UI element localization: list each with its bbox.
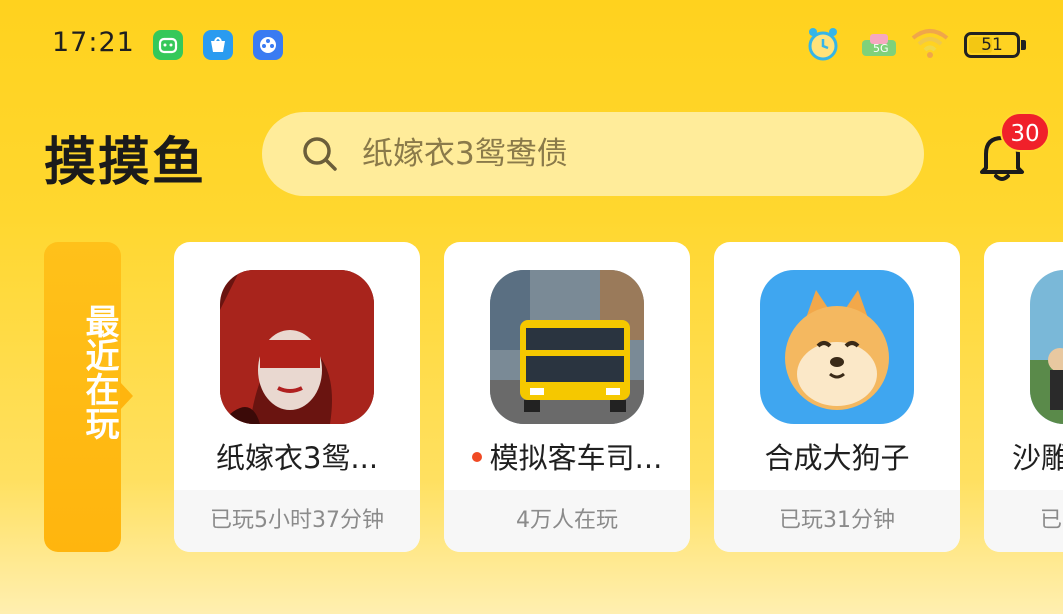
game-card[interactable]: 合成大狗子 已玩31分钟 [714, 242, 960, 552]
battery-percent: 51 [981, 35, 1003, 55]
game-card[interactable]: 沙雕 已 [984, 242, 1063, 552]
recent-played-label: 最近在玩 [79, 304, 119, 440]
video-reel-icon [253, 30, 283, 60]
players-count: 4万人在玩 [444, 490, 690, 552]
game-title-text: 模拟客车司... [489, 441, 663, 475]
notification-badge: 30 [1000, 112, 1050, 152]
bride-red-veil-icon [220, 270, 374, 424]
shiba-dog-icon [760, 270, 914, 424]
shopping-bag-icon [203, 30, 233, 60]
yellow-bus-icon [490, 270, 644, 424]
battery-indicator: 51 [964, 32, 1020, 58]
svg-text:5G: 5G [873, 42, 889, 55]
app-face-icon [153, 30, 183, 60]
alarm-icon [806, 26, 840, 66]
game-title: 纸嫁衣3鸳... [174, 435, 420, 477]
game-card[interactable]: 模拟客车司... 4万人在玩 [444, 242, 690, 552]
play-time: 已玩31分钟 [714, 490, 960, 552]
tab-pointer [120, 382, 133, 410]
game-title-text: 沙雕 [1012, 441, 1063, 475]
game-card[interactable]: 纸嫁衣3鸳... 已玩5小时37分钟 [174, 242, 420, 552]
wifi-icon [910, 28, 950, 62]
battery-cap [1021, 40, 1026, 50]
search-icon [300, 134, 340, 174]
game-title: 沙雕 [984, 435, 1063, 477]
data-network-icon: 5G [860, 30, 898, 62]
new-update-dot [471, 452, 482, 462]
game-title-text: 纸嫁衣3鸳... [215, 441, 379, 475]
search-bar[interactable] [262, 112, 924, 196]
search-input[interactable] [360, 128, 884, 180]
app-logo: 摸摸鱼 [44, 133, 207, 193]
play-time: 已 [984, 490, 1063, 552]
game-scene-icon [1030, 270, 1063, 424]
game-title: 合成大狗子 [714, 435, 960, 477]
game-title-text: 合成大狗子 [764, 441, 910, 475]
play-time: 已玩5小时37分钟 [174, 490, 420, 552]
status-time: 17:21 [52, 27, 135, 58]
game-title: 模拟客车司... [444, 435, 690, 477]
status-bar: 17:21 5G 51 [0, 0, 1063, 92]
recent-played-tab[interactable]: 最近在玩 [44, 242, 133, 552]
